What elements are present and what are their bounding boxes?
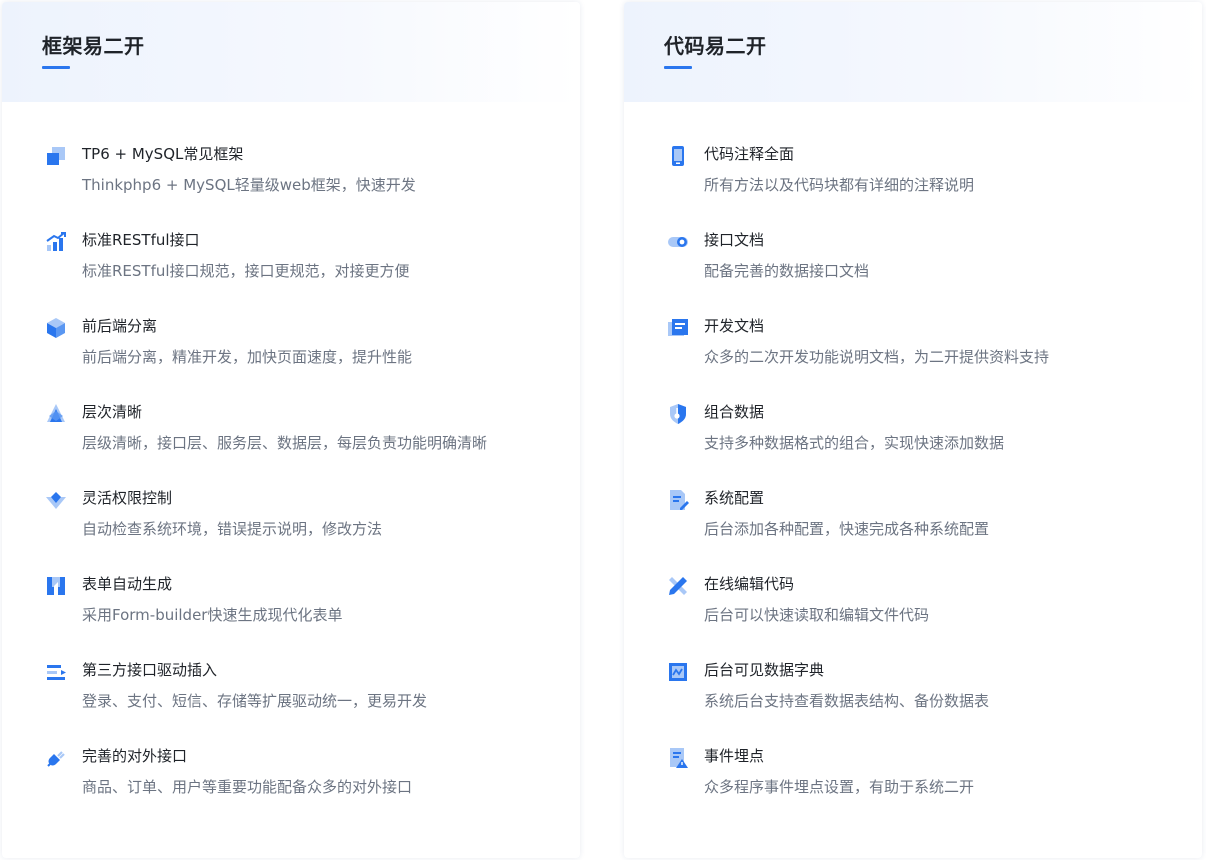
feature-item-external-api: 完善的对外接口 商品、订单、用户等重要功能配备众多的对外接口: [2, 742, 580, 828]
feature-list: 代码注释全面 所有方法以及代码块都有详细的注释说明 接口文档 配备完善的数据接口…: [624, 140, 1202, 828]
feature-description: 商品、订单、用户等重要功能配备众多的对外接口: [82, 778, 413, 796]
monitor-doc-icon: [666, 316, 690, 340]
feature-title: 接口文档: [704, 231, 765, 249]
feature-description: 后台添加各种配置，快速完成各种系统配置: [704, 520, 990, 538]
feature-description: 所有方法以及代码块都有详细的注释说明: [704, 176, 975, 194]
permission-diamond-icon: [44, 488, 68, 512]
doc-edit-icon: [666, 488, 690, 512]
feature-item-system-config: 系统配置 后台添加各种配置，快速完成各种系统配置: [624, 484, 1202, 570]
form-builder-icon: [44, 574, 68, 598]
feature-title: TP6 + MySQL常见框架: [82, 145, 244, 163]
feature-item-combined-data: 组合数据 支持多种数据格式的组合，实现快速添加数据: [624, 398, 1202, 484]
feature-title: 灵活权限控制: [82, 489, 173, 507]
feature-description: 支持多种数据格式的组合，实现快速添加数据: [704, 434, 1005, 452]
layer-stack-icon: [44, 402, 68, 426]
feature-item-layering: 层次清晰 层级清晰，接口层、服务层、数据层，每层负责功能明确清晰: [2, 398, 580, 484]
framework-card: 框架易二开 TP6 + MySQL常见框架 Thinkphp6 + MySQL轻…: [2, 2, 580, 858]
feature-item-tp6-mysql: TP6 + MySQL常见框架 Thinkphp6 + MySQL轻量级web框…: [2, 140, 580, 226]
feature-description: 采用Form-builder快速生成现代化表单: [82, 606, 343, 624]
feature-title: 事件埋点: [704, 747, 765, 765]
feature-item-restful: 标准RESTful接口 标准RESTful接口规范，接口更规范，对接更方便: [2, 226, 580, 312]
feature-item-permissions: 灵活权限控制 自动检查系统环境，错误提示说明，修改方法: [2, 484, 580, 570]
feature-description: 层级清晰，接口层、服务层、数据层，每层负责功能明确清晰: [82, 434, 488, 452]
feature-item-third-party: 第三方接口驱动插入 登录、支付、短信、存储等扩展驱动统一，更易开发: [2, 656, 580, 742]
feature-title: 层次清晰: [82, 403, 143, 421]
growth-chart-icon: [44, 230, 68, 254]
feature-title: 表单自动生成: [82, 575, 173, 593]
feature-description: 前后端分离，精准开发，加快页面速度，提升性能: [82, 348, 413, 366]
feature-description: 配备完善的数据接口文档: [704, 262, 870, 280]
code-card: 代码易二开 代码注释全面 所有方法以及代码块都有详细的注释说明 接口文档 配备完…: [624, 2, 1202, 858]
feature-title: 完善的对外接口: [82, 747, 188, 765]
feature-item-dev-docs: 开发文档 众多的二次开发功能说明文档，为二开提供资料支持: [624, 312, 1202, 398]
feature-title: 系统配置: [704, 489, 765, 507]
hex-box-icon: [44, 316, 68, 340]
feature-description: 标准RESTful接口规范，接口更规范，对接更方便: [82, 262, 410, 280]
feature-title: 后台可见数据字典: [704, 661, 825, 679]
feature-description: 众多程序事件埋点设置，有助于系统二开: [704, 778, 975, 796]
feature-title: 开发文档: [704, 317, 765, 335]
feature-description: 后台可以快速读取和编辑文件代码: [704, 606, 930, 624]
feature-description: 众多的二次开发功能说明文档，为二开提供资料支持: [704, 348, 1050, 366]
feature-item-event-tracking: 事件埋点 众多程序事件埋点设置，有助于系统二开: [624, 742, 1202, 828]
feature-item-api-docs: 接口文档 配备完善的数据接口文档: [624, 226, 1202, 312]
title-underline: [42, 66, 70, 69]
feature-description: 自动检查系统环境，错误提示说明，修改方法: [82, 520, 383, 538]
cube-layers-icon: [44, 144, 68, 168]
pencil-ruler-icon: [666, 574, 690, 598]
feature-title: 第三方接口驱动插入: [82, 661, 218, 679]
feature-description: 登录、支付、短信、存储等扩展驱动统一，更易开发: [82, 692, 428, 710]
card-header: 框架易二开: [2, 2, 580, 102]
feature-title: 组合数据: [704, 403, 765, 421]
card-title: 框架易二开: [42, 34, 145, 58]
feature-title: 前后端分离: [82, 317, 158, 335]
feature-item-data-dictionary: 后台可见数据字典 系统后台支持查看数据表结构、备份数据表: [624, 656, 1202, 742]
feature-list: TP6 + MySQL常见框架 Thinkphp6 + MySQL轻量级web框…: [2, 140, 580, 828]
plugin-driver-icon: [44, 660, 68, 684]
data-dictionary-icon: [666, 660, 690, 684]
title-underline: [664, 66, 692, 69]
feature-item-separation: 前后端分离 前后端分离，精准开发，加快页面速度，提升性能: [2, 312, 580, 398]
shield-key-icon: [666, 402, 690, 426]
card-title: 代码易二开: [664, 34, 767, 58]
feature-title: 代码注释全面: [704, 145, 795, 163]
toggle-link-icon: [666, 230, 690, 254]
card-header: 代码易二开: [624, 2, 1202, 102]
mobile-phone-icon: [666, 144, 690, 168]
feature-description: Thinkphp6 + MySQL轻量级web框架，快速开发: [82, 176, 416, 194]
event-alert-icon: [666, 746, 690, 770]
feature-description: 系统后台支持查看数据表结构、备份数据表: [704, 692, 990, 710]
feature-item-form-builder: 表单自动生成 采用Form-builder快速生成现代化表单: [2, 570, 580, 656]
feature-item-online-edit: 在线编辑代码 后台可以快速读取和编辑文件代码: [624, 570, 1202, 656]
connector-plug-icon: [44, 746, 68, 770]
feature-title: 在线编辑代码: [704, 575, 795, 593]
feature-title: 标准RESTful接口: [82, 231, 200, 249]
feature-item-code-comments: 代码注释全面 所有方法以及代码块都有详细的注释说明: [624, 140, 1202, 226]
